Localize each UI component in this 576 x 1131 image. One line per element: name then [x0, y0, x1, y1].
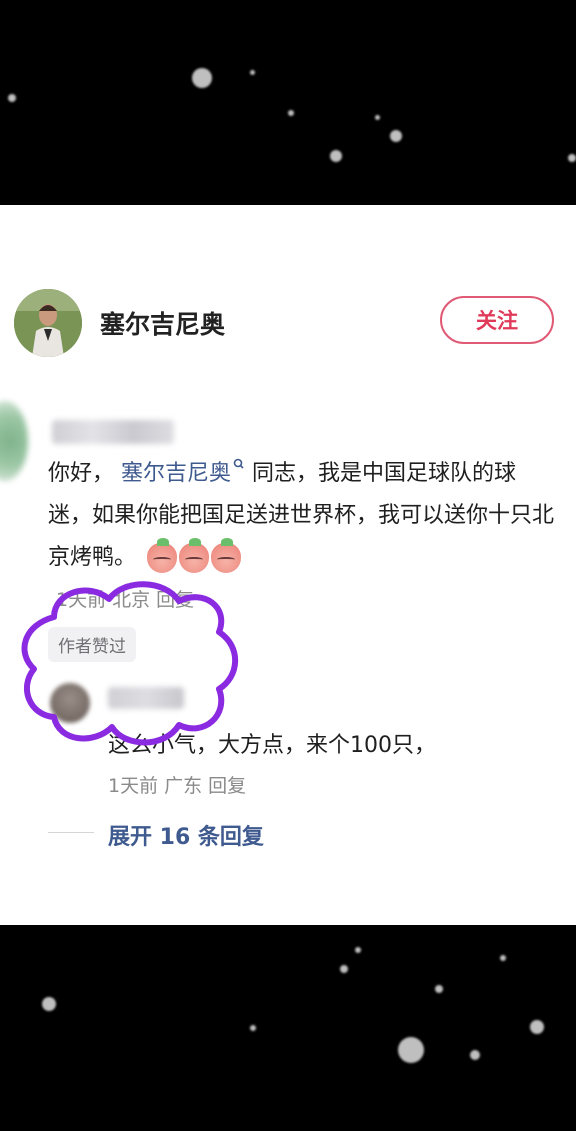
snow-particle [42, 997, 56, 1011]
author-liked-badge: 作者赞过 [48, 627, 136, 662]
expand-replies-button[interactable]: 展开 16 条回复 [108, 819, 264, 851]
peach-face-emoji [179, 538, 210, 573]
snow-particle [435, 985, 443, 993]
top-dark-band [0, 0, 576, 205]
peach-face-emoji [147, 538, 178, 573]
reply-name-blurred[interactable] [108, 687, 184, 709]
snow-particle [470, 1050, 480, 1060]
mention-name: 塞尔吉尼奥 [121, 461, 232, 486]
snow-particle [8, 94, 16, 102]
snow-particle [340, 965, 348, 973]
snow-particle [355, 947, 361, 953]
snow-particle [375, 115, 380, 120]
comment-body: 你好， 塞尔吉尼奥 同志，我是中国足球队的球迷，如果你能把国足送进世界杯，我可以… [48, 453, 558, 579]
comment-card: 塞尔吉尼奥 关注 你好， 塞尔吉尼奥 同志，我是中国足球队的球迷，如果你能把国足… [0, 205, 576, 925]
author-avatar[interactable] [14, 289, 82, 357]
snow-particle [530, 1020, 544, 1034]
follow-button[interactable]: 关注 [440, 296, 554, 344]
expand-divider [48, 832, 94, 833]
commenter-name-blurred[interactable] [52, 420, 174, 444]
snow-particle [250, 1025, 256, 1031]
snow-particle [398, 1037, 424, 1063]
author-name[interactable]: 塞尔吉尼奥 [100, 305, 225, 341]
snow-particle [288, 110, 294, 116]
commenter-avatar-blurred[interactable] [0, 401, 28, 481]
comment-prefix: 你好， [48, 461, 115, 486]
snow-particle [192, 68, 212, 88]
search-icon [233, 458, 244, 469]
reply-meta[interactable]: 1天前 广东 回复 [108, 771, 246, 798]
peach-face-emoji [211, 538, 242, 573]
emoji-group [147, 538, 242, 573]
reply-avatar-blurred[interactable] [50, 683, 90, 723]
mention-link[interactable]: 塞尔吉尼奥 [121, 458, 245, 486]
bottom-dark-band [0, 925, 576, 1131]
avatar-photo [14, 289, 82, 357]
snow-particle [250, 70, 255, 75]
reply-text: 这么小气，大方点，来个100只， [108, 733, 436, 758]
snow-particle [500, 955, 506, 961]
snow-particle [568, 154, 576, 162]
snow-particle [390, 130, 402, 142]
comment-meta[interactable]: 1天前 北京 回复 [56, 585, 194, 612]
snow-particle [330, 150, 342, 162]
